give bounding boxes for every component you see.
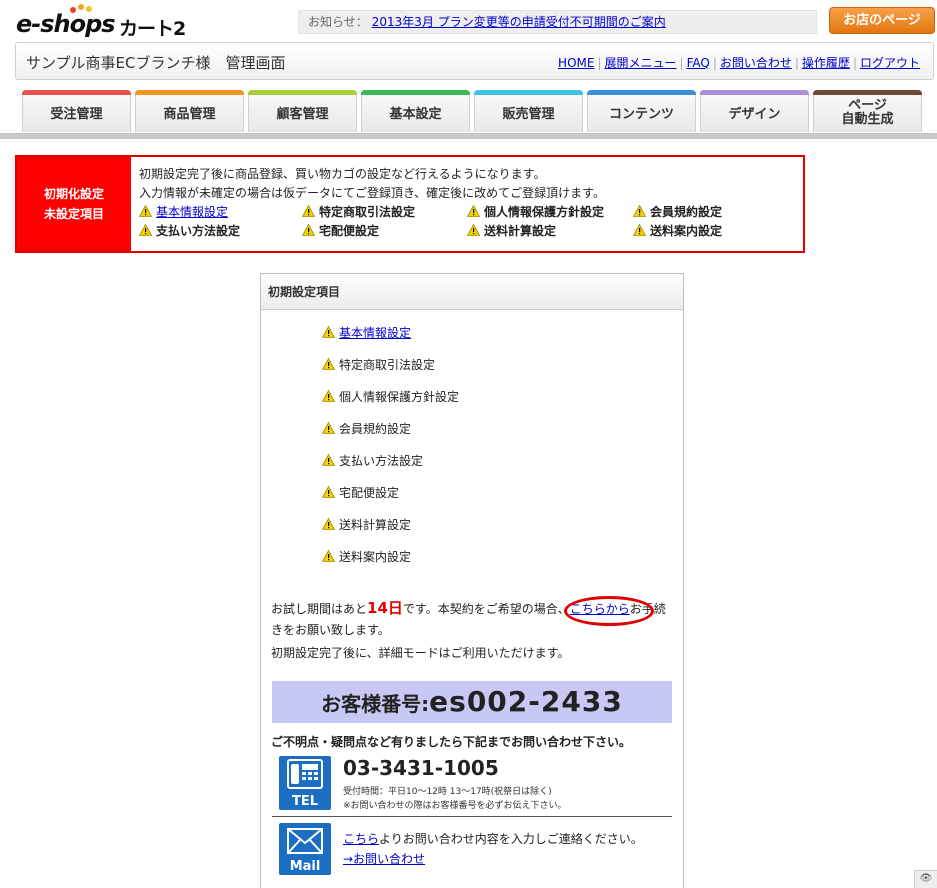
alert-item: 支払い方法設定 — [139, 222, 240, 241]
tab-underline — [0, 133, 937, 139]
tab-orders[interactable]: 受注管理 — [22, 90, 131, 132]
list-item: 送料案内設定 — [322, 548, 411, 565]
warning-icon — [322, 518, 335, 530]
warning-icon — [139, 205, 152, 217]
main-tabs: 受注管理 商品管理 顧客管理 基本設定 販売管理 コンテンツ デザイン ページ自… — [22, 90, 925, 132]
tab-sales[interactable]: 販売管理 — [474, 90, 583, 132]
alert-item: 個人情報保護方針設定 — [467, 203, 604, 222]
customer-number-label: お客様番号: — [321, 692, 430, 716]
tab-products[interactable]: 商品管理 — [135, 90, 244, 132]
list-item: 特定商取引法設定 — [322, 356, 435, 373]
warning-icon — [322, 454, 335, 466]
list-item: 支払い方法設定 — [322, 452, 423, 469]
logo[interactable]: e-shops カート2 — [16, 4, 201, 40]
tel-hours: 受付時間：平日10～12時 13～17時(祝祭日は除く) — [343, 787, 552, 797]
shop-page-button[interactable]: お店のページ — [829, 7, 935, 34]
mail-here-link[interactable]: こちら — [343, 832, 379, 846]
faq-link[interactable]: FAQ — [684, 56, 713, 70]
contact-link[interactable]: お問い合わせ — [717, 56, 795, 70]
mail-icon: Mail — [279, 823, 331, 875]
mail-contact-link[interactable]: →お問い合わせ — [343, 852, 425, 866]
alert-item: 会員規約設定 — [633, 203, 722, 222]
news-bar: お知らせ： 2013年3月 プラン変更等の申請受付不可期間のご案内 — [298, 10, 817, 34]
trial-days: 14日 — [367, 599, 403, 617]
alert-line-1: 初期設定完了後に商品登録、買い物カゴの設定など行えるようになります。 — [139, 167, 546, 181]
warning-icon — [322, 486, 335, 498]
home-link[interactable]: HOME — [555, 56, 597, 70]
tab-basic-settings[interactable]: 基本設定 — [361, 90, 470, 132]
logout-link[interactable]: ログアウト — [857, 56, 923, 70]
highlight-circle — [564, 596, 654, 626]
tel-note: ※お問い合わせの際はお客様番号を必ずお伝え下さい。 — [343, 801, 567, 811]
top-links: HOME | 展開メニュー | FAQ | お問い合わせ | 操作履歴 | ログアウト — [555, 54, 923, 71]
tab-design[interactable]: デザイン — [700, 90, 809, 132]
tel-number: 03-3431-1005 — [343, 756, 499, 780]
expand-menu-link[interactable]: 展開メニュー — [602, 56, 680, 70]
tab-contents[interactable]: コンテンツ — [587, 90, 696, 132]
init-settings-panel: 初期設定項目 基本情報設定 特定商取引法設定 個人情報保護方針設定 会員規約設定… — [260, 273, 684, 888]
alert-item: 送料計算設定 — [467, 222, 556, 241]
warning-icon — [322, 422, 335, 434]
warning-icon — [467, 224, 480, 236]
warning-icon — [633, 224, 646, 236]
list-item: 送料計算設定 — [322, 516, 411, 533]
alert-item[interactable]: 基本情報設定 — [139, 203, 228, 222]
customer-number: es002-2433 — [429, 685, 623, 718]
news-link[interactable]: 2013年3月 プラン変更等の申請受付不可期間のご案内 — [372, 15, 666, 29]
warning-icon — [139, 224, 152, 236]
list-item: 個人情報保護方針設定 — [322, 388, 459, 405]
logo-cart-text: カート2 — [119, 18, 186, 40]
after-setup-note: 初期設定完了後に、詳細モードはご利用いただけます。 — [271, 646, 570, 660]
header-bar: サンプル商事ECブランチ様 管理画面 HOME | 展開メニュー | FAQ | お問い合わ… — [15, 42, 934, 80]
alert-body: 初期設定完了後に商品登録、買い物カゴの設定など行えるようになります。 入力情報が… — [139, 165, 799, 243]
warning-icon — [322, 326, 335, 338]
svg-text:Mail: Mail — [290, 859, 321, 874]
warning-icon — [322, 358, 335, 370]
mail-instruction: こちらよりお問い合わせ内容を入力しご連絡ください。 — [343, 832, 643, 846]
contact-lead: ご不明点・疑問点など有りましたら下記までお問い合わせ下さい。 — [271, 735, 632, 749]
site-title: サンプル商事ECブランチ様 管理画面 — [26, 54, 286, 72]
warning-icon — [322, 390, 335, 402]
eye-icon[interactable]: 👁 — [914, 870, 937, 888]
svg-text:TEL: TEL — [292, 794, 318, 809]
operation-history-link[interactable]: 操作履歴 — [799, 56, 853, 70]
list-item[interactable]: 基本情報設定 — [322, 324, 411, 341]
customer-number-box: お客様番号:es002-2433 — [272, 681, 672, 723]
init-settings-alert: 初期化設定 未設定項目 初期設定完了後に商品登録、買い物カゴの設定など行えるよう… — [15, 155, 805, 253]
warning-icon — [467, 205, 480, 217]
alert-line-2: 入力情報が未確定の場合は仮データにてご登録頂き、確定後に改めてご登録頂けます。 — [139, 186, 605, 200]
alert-item: 宅配便設定 — [302, 222, 379, 241]
alert-item-grid: 基本情報設定 特定商取引法設定 個人情報保護方針設定 会員規約設定 支払い方法設… — [139, 203, 799, 243]
warning-icon — [302, 224, 315, 236]
tel-icon: TEL — [279, 756, 331, 810]
tab-customers[interactable]: 顧客管理 — [248, 90, 357, 132]
warning-icon — [302, 205, 315, 217]
tab-page-generation[interactable]: ページ 自動生成 — [813, 90, 922, 132]
divider — [272, 816, 672, 817]
warning-icon — [322, 550, 335, 562]
warning-icon — [633, 205, 646, 217]
alert-item: 送料案内設定 — [633, 222, 722, 241]
panel-title: 初期設定項目 — [261, 274, 683, 310]
mail-contact-row: →お問い合わせ — [343, 850, 425, 867]
alert-heading: 初期化設定 未設定項目 — [17, 157, 131, 251]
alert-item: 特定商取引法設定 — [302, 203, 415, 222]
logo-text: e-shops — [16, 10, 116, 38]
list-item: 宅配便設定 — [322, 484, 399, 501]
news-label: お知らせ： — [308, 15, 368, 29]
list-item: 会員規約設定 — [322, 420, 411, 437]
